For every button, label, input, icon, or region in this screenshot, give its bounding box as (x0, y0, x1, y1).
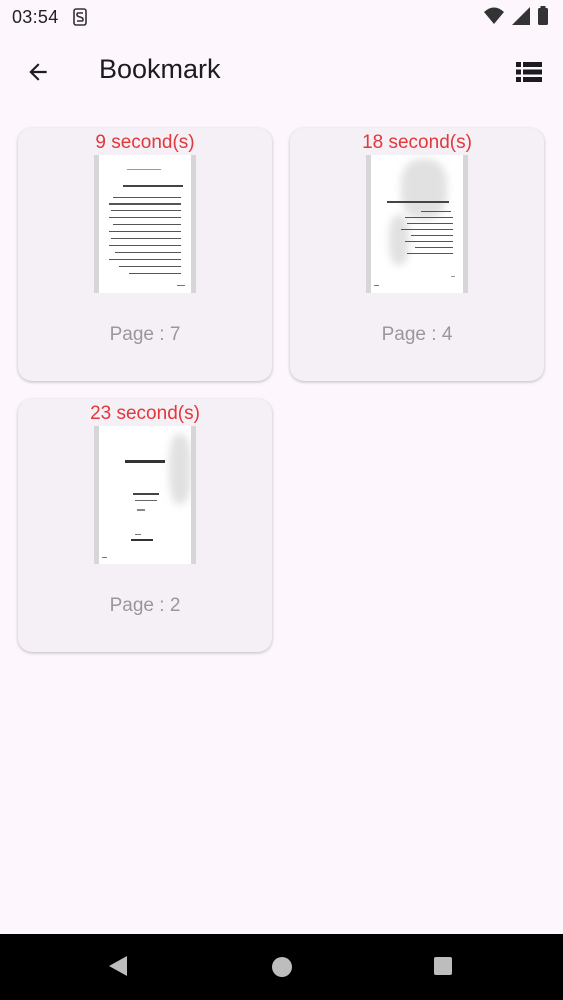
view-toggle-button[interactable] (505, 48, 553, 96)
arrow-left-icon (29, 63, 47, 81)
cellular-signal-icon (512, 7, 530, 25)
view-list-icon (516, 62, 542, 82)
page-thumbnail (366, 155, 468, 293)
app-bar: Bookmark (0, 34, 563, 108)
status-bar: 03:54 (0, 0, 563, 34)
page-thumbnail (94, 426, 196, 564)
bookmark-page-number: Page : 2 (109, 595, 181, 616)
bookmark-card[interactable]: 23 second(s) Page : 2 (18, 399, 272, 652)
recents-square-icon[interactable] (433, 956, 453, 976)
bookmark-page-number: Page : 7 (109, 324, 181, 345)
bookmark-duration: 18 second(s) (362, 132, 472, 153)
bookmark-page-number: Page : 4 (381, 324, 453, 345)
wifi-icon (484, 7, 504, 24)
page-title: Bookmark (99, 54, 221, 84)
system-nav-bar (0, 934, 563, 1000)
status-icons (483, 6, 549, 26)
bookmark-duration: 23 second(s) (90, 403, 200, 424)
page-thumbnail (94, 155, 196, 293)
bookmark-card[interactable]: 9 second(s) Page : 7 (18, 128, 272, 381)
back-button[interactable] (14, 48, 62, 96)
battery-icon (538, 6, 548, 25)
s-sync-icon (72, 8, 87, 26)
home-circle-icon[interactable] (271, 956, 293, 978)
status-time: 03:54 (12, 6, 59, 27)
bookmark-card[interactable]: 18 second(s) Page : 4 (290, 128, 544, 381)
bookmark-duration: 9 second(s) (95, 132, 195, 153)
back-triangle-icon[interactable] (107, 954, 129, 978)
